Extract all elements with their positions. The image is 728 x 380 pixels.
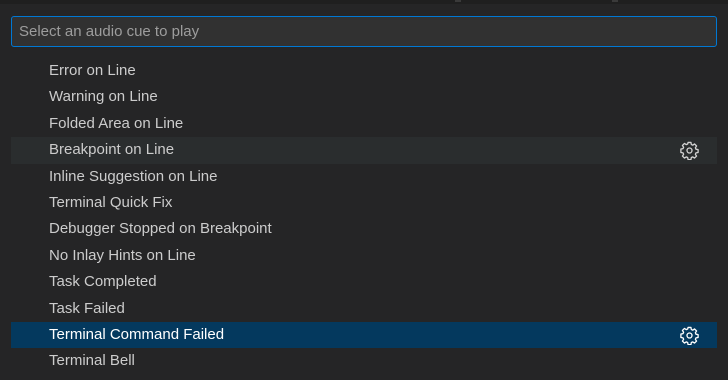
list-item[interactable]: Terminal Quick Fix <box>11 190 717 216</box>
list-item[interactable]: Terminal Bell <box>11 348 717 374</box>
gear-icon[interactable] <box>680 141 699 161</box>
list-item[interactable]: No Inlay Hints on Line <box>11 243 717 269</box>
quick-pick-search-input[interactable] <box>12 17 716 46</box>
background-fragment <box>612 0 618 2</box>
list-item-label: Inline Suggestion on Line <box>49 167 218 185</box>
list-item[interactable]: Task Failed <box>11 296 717 322</box>
list-item[interactable]: Inline Suggestion on Line <box>11 164 717 190</box>
list-item-label: Terminal Bell <box>49 352 135 370</box>
list-item-label: Task Failed <box>49 299 125 317</box>
list-item-label: Debugger Stopped on Breakpoint <box>49 220 272 238</box>
list-item[interactable]: Error on Line <box>11 58 717 84</box>
list-item[interactable]: Task Completed <box>11 269 717 295</box>
list-item[interactable]: Warning on Line <box>11 84 717 110</box>
audio-cue-quick-pick: Error on Line Warning on Line Folded Are… <box>0 4 728 380</box>
gear-icon[interactable] <box>680 326 699 345</box>
background-fragment <box>455 0 461 2</box>
list-item-label: No Inlay Hints on Line <box>49 246 196 264</box>
list-item-label: Terminal Command Failed <box>49 325 225 343</box>
list-item-label: Breakpoint on Line <box>49 141 175 159</box>
audio-cue-list: Error on Line Warning on Line Folded Are… <box>11 58 717 375</box>
list-item-label: Warning on Line <box>49 88 158 106</box>
list-item-label: Terminal Quick Fix <box>49 193 173 211</box>
list-item[interactable]: Folded Area on Line <box>11 111 717 137</box>
list-item[interactable]: Terminal Command Failed <box>11 321 717 349</box>
list-item-label: Folded Area on Line <box>49 114 184 132</box>
quick-pick-input-box[interactable] <box>11 16 717 47</box>
list-item-label: Error on Line <box>49 62 136 79</box>
list-item-label: Task Completed <box>49 273 157 291</box>
list-item[interactable]: Debugger Stopped on Breakpoint <box>11 216 717 242</box>
list-item[interactable]: Breakpoint on Line <box>11 137 717 164</box>
